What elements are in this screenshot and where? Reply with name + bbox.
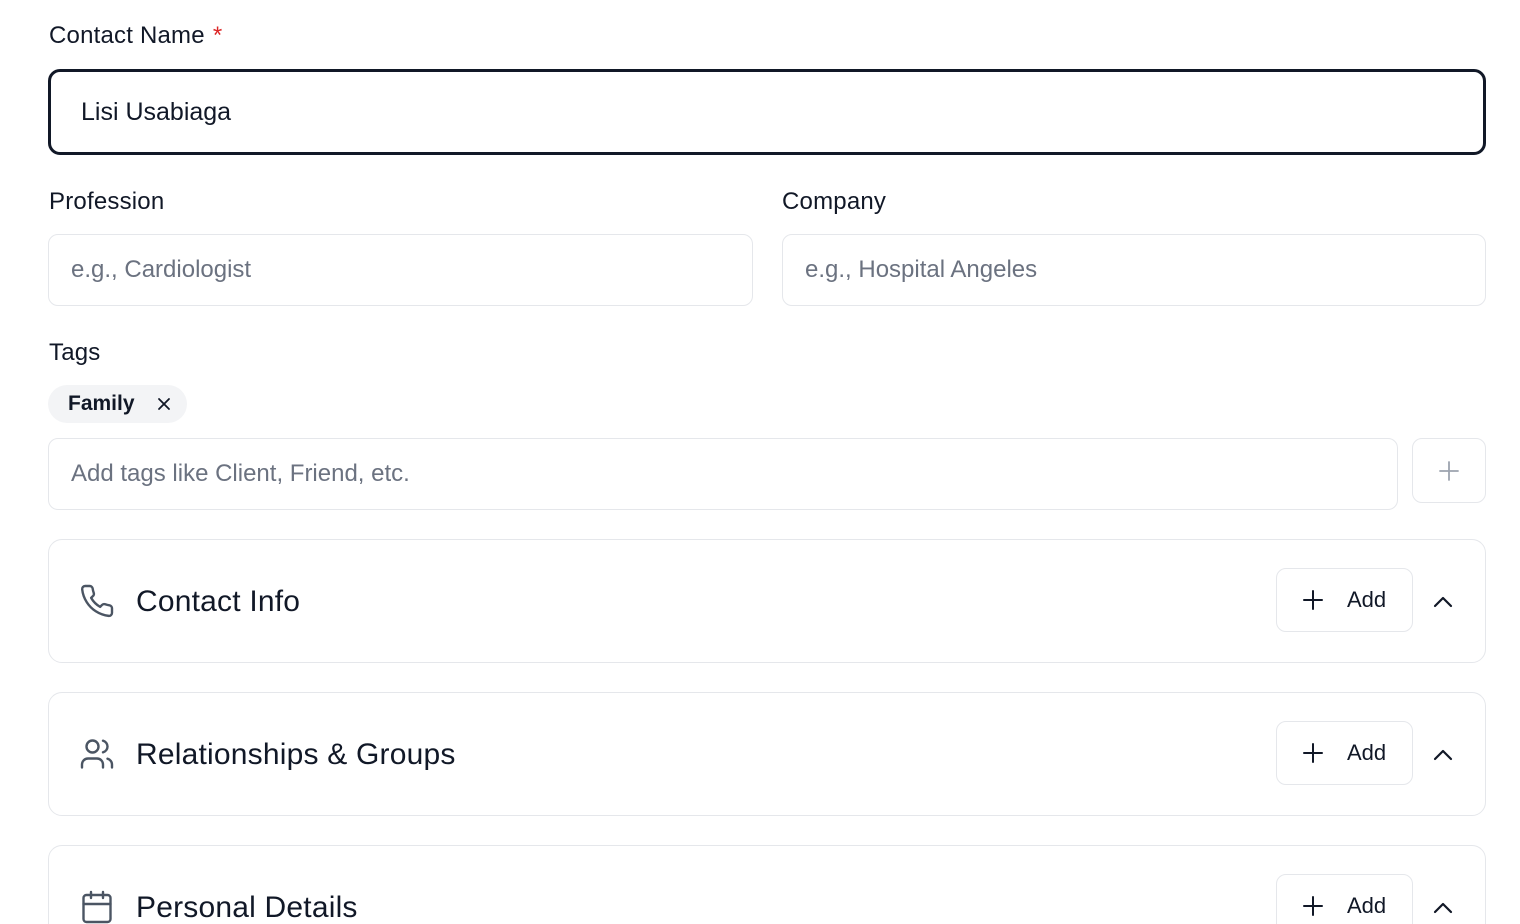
section-title: Relationships & Groups bbox=[136, 738, 456, 771]
plus-icon bbox=[1303, 590, 1323, 610]
calendar-icon bbox=[79, 889, 115, 924]
section-personal-details: Personal Details Add bbox=[48, 845, 1486, 924]
section-contact-info: Contact Info Add bbox=[48, 539, 1486, 663]
profession-label: Profession bbox=[49, 188, 165, 215]
chevron-up-icon[interactable] bbox=[1429, 894, 1457, 922]
required-asterisk: * bbox=[212, 22, 223, 49]
contact-name-input[interactable] bbox=[48, 69, 1486, 155]
add-contact-info-button[interactable]: Add bbox=[1276, 568, 1413, 632]
tag-chip-family: Family bbox=[48, 385, 187, 423]
tags-label: Tags bbox=[49, 339, 101, 366]
users-icon bbox=[79, 736, 115, 772]
add-tag-button[interactable] bbox=[1412, 438, 1486, 503]
add-button-label: Add bbox=[1347, 740, 1387, 765]
profession-input[interactable] bbox=[48, 234, 753, 306]
add-button-label: Add bbox=[1347, 893, 1387, 918]
add-button-label: Add bbox=[1347, 587, 1387, 612]
section-title: Contact Info bbox=[136, 585, 301, 618]
tag-chip-label: Family bbox=[68, 392, 135, 415]
close-icon[interactable] bbox=[155, 395, 173, 413]
company-input[interactable] bbox=[782, 234, 1486, 306]
section-relationships-groups: Relationships & Groups Add bbox=[48, 692, 1486, 816]
plus-icon bbox=[1303, 743, 1323, 763]
add-personal-details-button[interactable]: Add bbox=[1276, 874, 1413, 924]
contact-name-label-text: Contact Name bbox=[49, 22, 205, 49]
section-title: Personal Details bbox=[136, 891, 358, 924]
plus-icon bbox=[1439, 460, 1459, 481]
contact-name-label: Contact Name * bbox=[49, 21, 222, 51]
contact-form: Contact Name * Profession Company Tags Fa… bbox=[0, 0, 1520, 924]
chevron-up-icon[interactable] bbox=[1429, 588, 1457, 616]
company-label: Company bbox=[782, 188, 887, 215]
phone-icon bbox=[79, 583, 115, 619]
plus-icon bbox=[1303, 896, 1323, 916]
chevron-up-icon[interactable] bbox=[1429, 741, 1457, 769]
add-relationship-button[interactable]: Add bbox=[1276, 721, 1413, 785]
tag-input[interactable] bbox=[48, 438, 1398, 510]
